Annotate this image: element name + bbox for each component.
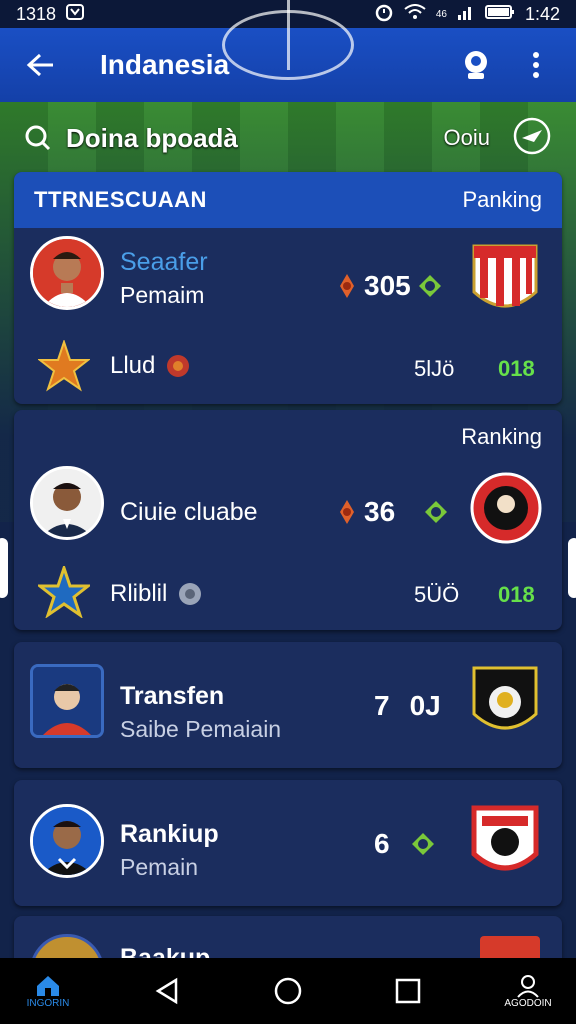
more-vert-icon [533,52,539,78]
club-label-row: Rliblil [110,580,203,608]
network-type: 46 [435,8,447,20]
stat-value-green: 018 [498,356,535,381]
score-group: 6 [374,828,436,860]
home-icon [37,975,59,996]
profile-button[interactable] [456,45,496,85]
avatar [30,804,104,878]
card-header: TTRNESCUAAN Panking [14,172,562,228]
player-role: Saibe Pemaiain [120,716,282,742]
status-time-right: 1:42 [524,3,560,24]
nav-account[interactable]: AGODOIN [498,974,558,1009]
back-nav-button[interactable] [138,977,198,1005]
player-card-1[interactable]: TTRNESCUAAN Panking Seaafer Pemaim 305 L… [14,172,562,404]
search-secondary-label: Ooiu [443,125,490,150]
search-icon [25,125,51,151]
avatar [30,236,104,310]
more-options-button[interactable] [516,45,556,85]
account-icon [517,974,539,998]
card-ranking: Ranking [461,424,542,449]
back-arrow-icon [26,53,53,77]
alarm-icon [374,2,394,27]
boost-icon [425,501,448,523]
left-edge-handle[interactable] [0,538,8,598]
player-score-a: 7 [374,690,390,721]
player-name: Transfen [120,682,225,710]
circle-home-icon [274,977,302,1005]
pitch-center-circle [222,10,354,80]
card-header-ranking: Panking [462,187,542,212]
fire-icon [340,500,354,524]
club-crest [470,804,540,884]
stat-value-green: 018 [498,582,535,607]
search-label: Doina bpoadà [66,122,238,153]
avatar [30,664,104,738]
player-name: Seaafer [120,248,208,276]
player-name: Rankiup [120,820,219,848]
club-crest [470,470,542,550]
club-crest [470,664,540,744]
club-label: Llud [110,352,156,379]
club-badge-icon [179,583,202,605]
score-group: 305 [336,270,443,302]
player-card-3[interactable]: Transfen Saibe Pemaiain 7 0J [14,642,562,768]
league-star-icon [37,338,91,392]
nav-home-label: INGORIN [26,997,70,1009]
boost-icon [418,275,441,297]
club-crest [470,242,540,322]
player-name: Ciuie cluabe [120,498,258,526]
status-time-left: 1318 [16,3,57,24]
battery-icon [484,4,515,25]
back-button[interactable] [20,45,60,85]
square-recents-icon [395,978,421,1004]
player-score: 6 [374,828,390,859]
bottom-nav-bar: INGORIN AGODOIN [0,958,576,1024]
card-header-title: TTRNESCUAAN [34,187,207,212]
compass-button[interactable] [512,116,552,161]
club-label-row: Llud [110,352,191,380]
club-badge-icon [167,355,190,377]
player-role: Pemain [120,854,198,880]
avatar [30,466,104,540]
recents-nav-button[interactable] [378,977,438,1005]
wifi-icon [404,3,426,25]
player-role: Pemaim [120,282,205,308]
stat-value: 5lJö [414,356,455,381]
right-edge-handle[interactable] [568,538,576,598]
score-group: 7 0J [374,690,441,722]
nav-home[interactable]: INGORIN [18,974,78,1009]
boost-icon [411,833,434,855]
player-score-b: 0J [409,690,441,721]
fire-icon [340,274,354,298]
player-score: 36 [364,496,396,527]
user-icon [465,51,487,79]
player-card-4[interactable]: Rankiup Pemain 6 [14,780,562,906]
player-score: 305 [364,270,411,301]
club-label: Rliblil [110,580,168,607]
league-star-icon [35,563,93,619]
stat-value: 5ÜÖ [414,582,460,607]
score-group: 36 [336,496,449,528]
search-row[interactable]: Doina bpoadà Ooiu [0,110,576,166]
player-card-2[interactable]: Ranking Ciuie cluabe 36 Rliblil 5ÜÖ 018 [14,410,562,630]
nav-account-label: AGODOIN [504,997,552,1009]
notification-icon [66,3,85,25]
signal-icon [457,4,475,25]
compass-icon [513,117,551,154]
triangle-back-icon [155,977,178,1005]
home-nav-button[interactable] [258,976,318,1006]
